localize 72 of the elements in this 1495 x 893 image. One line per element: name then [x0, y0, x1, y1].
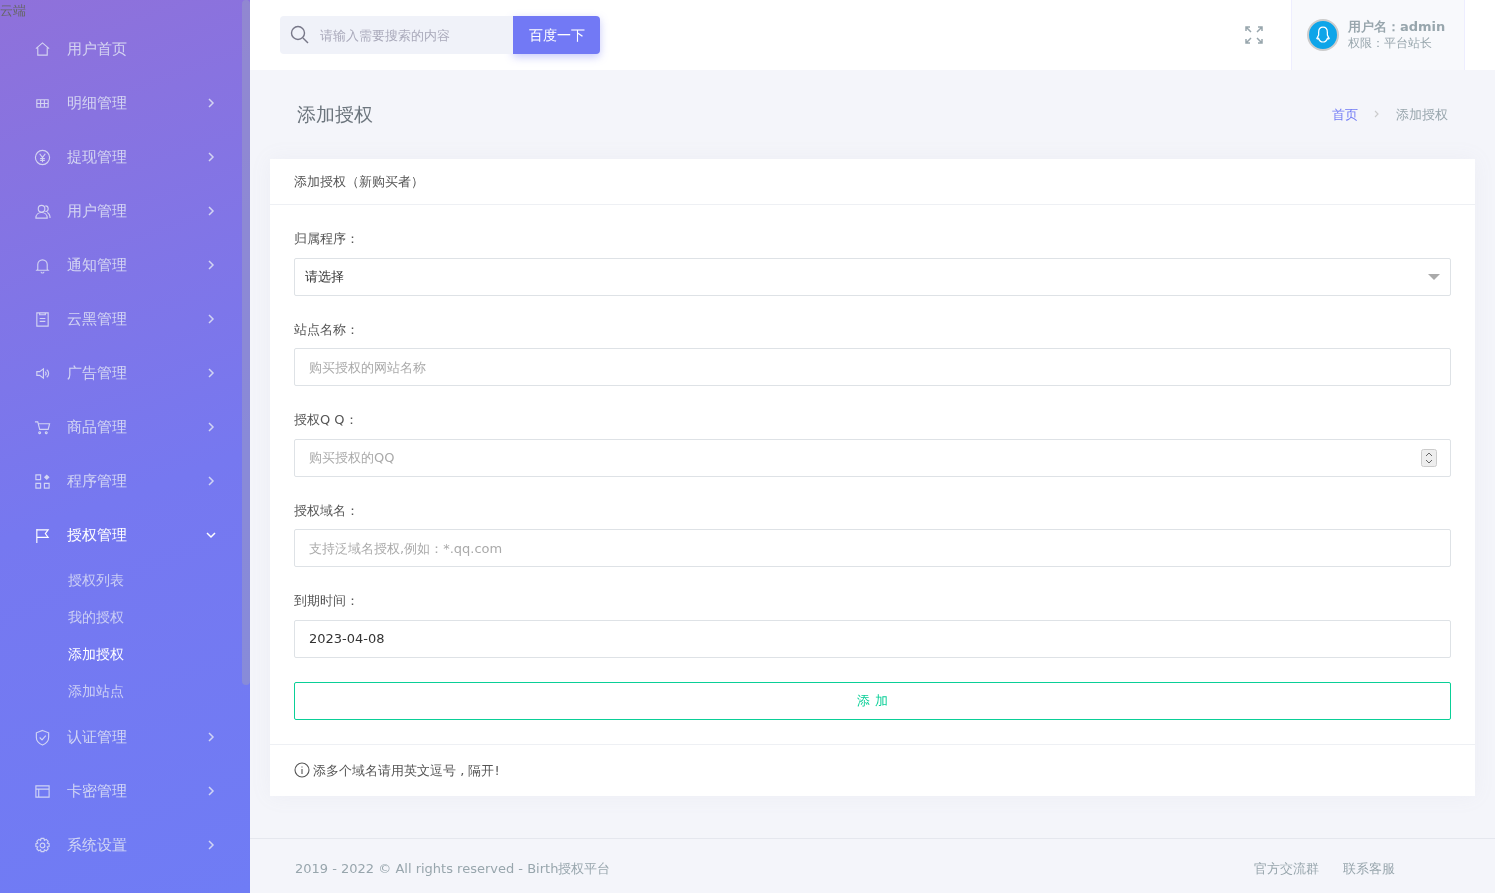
- sidebar-item[interactable]: 通知管理: [0, 238, 250, 292]
- submenu-item[interactable]: 添加站点: [0, 673, 250, 710]
- sidebar-item[interactable]: 系统设置: [0, 818, 250, 872]
- chevron-icon: [206, 314, 216, 324]
- select-field[interactable]: 请选择: [294, 257, 1451, 296]
- spinner-icon[interactable]: [1421, 448, 1437, 467]
- field-label: 站点名称：: [294, 320, 360, 339]
- sidebar-item[interactable]: 用户管理: [0, 184, 250, 238]
- field-label: 授权域名：: [294, 501, 360, 520]
- input-field[interactable]: 2023-04-08: [294, 619, 1451, 658]
- gear-icon: [34, 836, 51, 854]
- input-field[interactable]: 购买授权的QQ: [294, 438, 1451, 477]
- chevron-icon: [206, 476, 216, 486]
- avatar-icon: [1307, 19, 1339, 51]
- sidebar-item[interactable]: 明细管理: [0, 76, 250, 130]
- search-button[interactable]: 百度一下: [513, 16, 600, 54]
- sidebar-item[interactable]: 程序管理: [0, 454, 250, 508]
- shield-icon: [34, 728, 51, 746]
- clipboard-icon: [34, 310, 51, 328]
- chevron-icon: [206, 786, 216, 796]
- footer-link[interactable]: 联系客服: [1343, 859, 1395, 879]
- input-field[interactable]: 支持泛域名授权,例如：*.qq.com: [294, 529, 1451, 567]
- chevron-icon: [206, 260, 216, 270]
- sidebar-item[interactable]: 认证管理: [0, 710, 250, 764]
- card-title: 添加授权（新购买者）: [270, 158, 1475, 205]
- field-label: 归属程序：: [294, 230, 360, 248]
- chevron-icon: [206, 98, 216, 108]
- copyright-text: 2019 - 2022 © All rights reserved - Birth授权平台: [295, 860, 611, 878]
- chevron-icon: [206, 732, 216, 742]
- dropdown-icon: [1428, 273, 1440, 280]
- sidebar-item[interactable]: 用户首页: [0, 22, 250, 76]
- search-field[interactable]: 请输入需要搜索的内容: [280, 16, 513, 54]
- sidebar-item[interactable]: 授权管理: [0, 508, 250, 562]
- flag-icon: [34, 526, 51, 544]
- logo-alt-text: 云端: [0, 2, 26, 20]
- field-label: 到期时间：: [294, 592, 360, 610]
- footer-link[interactable]: 官方交流群: [1254, 859, 1319, 879]
- fullscreen-icon[interactable]: [1245, 26, 1263, 44]
- sidebar-item[interactable]: 卡密管理: [0, 764, 250, 818]
- breadcrumb-item[interactable]: 首页: [1332, 104, 1358, 124]
- submenu-item[interactable]: 我的授权: [0, 599, 250, 636]
- chevron-icon: [206, 422, 216, 432]
- username-text: 用户名：admin: [1348, 19, 1446, 35]
- submenu-item[interactable]: 授权列表: [0, 562, 250, 599]
- apps-icon: [34, 472, 51, 490]
- role-text: 权限：平台站长: [1348, 35, 1433, 51]
- cart-icon: [34, 418, 51, 436]
- hint-text: 添多个域名请用英文逗号 , 隔开!: [313, 761, 500, 780]
- yen-icon: [34, 148, 51, 166]
- submit-button[interactable]: 添 加: [294, 681, 1451, 720]
- bell-icon: [34, 256, 51, 274]
- chevron-icon: [206, 840, 216, 850]
- field-label: 授权Q Q：: [294, 411, 359, 429]
- sidebar-item[interactable]: 广告管理: [0, 346, 250, 400]
- info-icon: [294, 762, 310, 779]
- sidebar-item[interactable]: 提现管理: [0, 130, 250, 184]
- submenu-item[interactable]: 添加授权: [0, 636, 250, 673]
- chevron-icon: [206, 206, 216, 216]
- breadcrumb-item: 添加授权: [1396, 105, 1448, 124]
- separator-icon: [1374, 110, 1380, 119]
- page-title: 添加授权: [297, 102, 373, 127]
- chevron-icon: [206, 530, 216, 540]
- input-field[interactable]: 购买授权的网站名称: [294, 348, 1451, 386]
- sidebar-item[interactable]: 商品管理: [0, 400, 250, 454]
- person-icon: [34, 202, 51, 220]
- user-panel[interactable]: 用户名：admin 权限：平台站长: [1291, 0, 1465, 70]
- chevron-icon: [206, 152, 216, 162]
- sidebar-item[interactable]: 云黑管理: [0, 292, 250, 346]
- scrollbar[interactable]: [242, 0, 250, 685]
- window-icon: [34, 782, 51, 800]
- house-icon: [34, 40, 51, 58]
- chevron-icon: [206, 368, 216, 378]
